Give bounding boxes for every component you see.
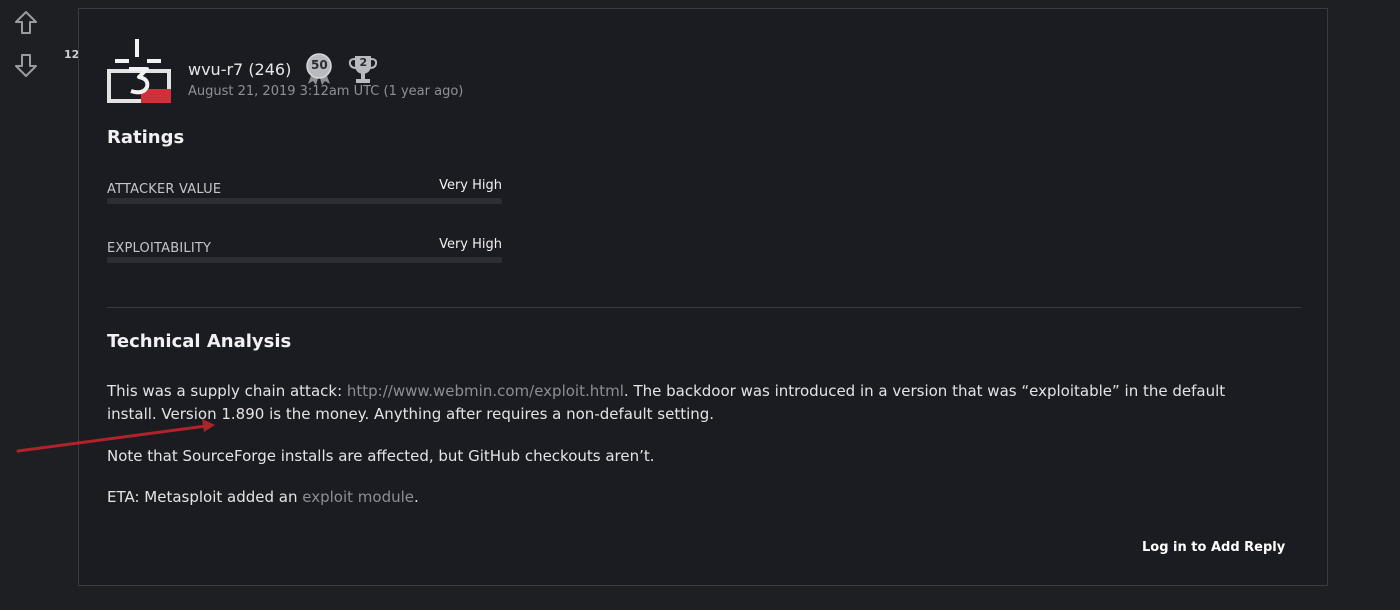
comment-card: wvu-r7 (246) 50 2 August 21, 2019 3:12am…: [78, 8, 1328, 586]
trophy-badge-label: 2: [359, 56, 368, 69]
rating-bar-fill: [107, 257, 502, 263]
ribbon-badge-icon: 50: [303, 53, 335, 85]
rating-attacker-value: ATTACKER VALUE Very High: [107, 178, 502, 204]
analysis-text: This was a supply chain attack:: [107, 382, 347, 400]
avatar[interactable]: [107, 39, 171, 103]
trophy-badge-icon: 2: [347, 53, 379, 85]
analysis-paragraph-2: Note that SourceForge installs are affec…: [107, 447, 655, 465]
rating-bar: [107, 198, 502, 204]
author-name[interactable]: wvu-r7 (246): [188, 60, 291, 79]
ratings-title: Ratings: [107, 127, 185, 148]
analysis-text: ETA: Metasploit added an: [107, 488, 303, 506]
analysis-text: .: [414, 488, 419, 506]
section-divider: [107, 307, 1301, 308]
author-line: wvu-r7 (246) 50 2: [188, 53, 379, 85]
rating-bar: [107, 257, 502, 263]
arrow-up-icon[interactable]: [14, 10, 38, 36]
rating-label: ATTACKER VALUE: [107, 182, 222, 197]
add-reply-button[interactable]: Log in to Add Reply: [1142, 540, 1285, 555]
timestamp: August 21, 2019 3:12am UTC (1 year ago): [188, 84, 464, 99]
rating-exploitability: EXPLOITABILITY Very High: [107, 237, 502, 263]
analysis-title: Technical Analysis: [107, 331, 292, 352]
ribbon-badge-label: 50: [310, 58, 328, 72]
rating-label: EXPLOITABILITY: [107, 241, 212, 256]
rating-bar-fill: [107, 198, 502, 204]
analysis-paragraph-3: ETA: Metasploit added an exploit module.: [107, 486, 1277, 509]
rating-value: Very High: [439, 237, 502, 252]
analysis-paragraph-1: This was a supply chain attack: http://w…: [107, 380, 1277, 426]
rating-value: Very High: [439, 178, 502, 193]
arrow-down-icon[interactable]: [14, 52, 38, 78]
exploit-url-link[interactable]: http://www.webmin.com/exploit.html: [347, 382, 624, 400]
exploit-module-link[interactable]: exploit module: [302, 488, 414, 506]
